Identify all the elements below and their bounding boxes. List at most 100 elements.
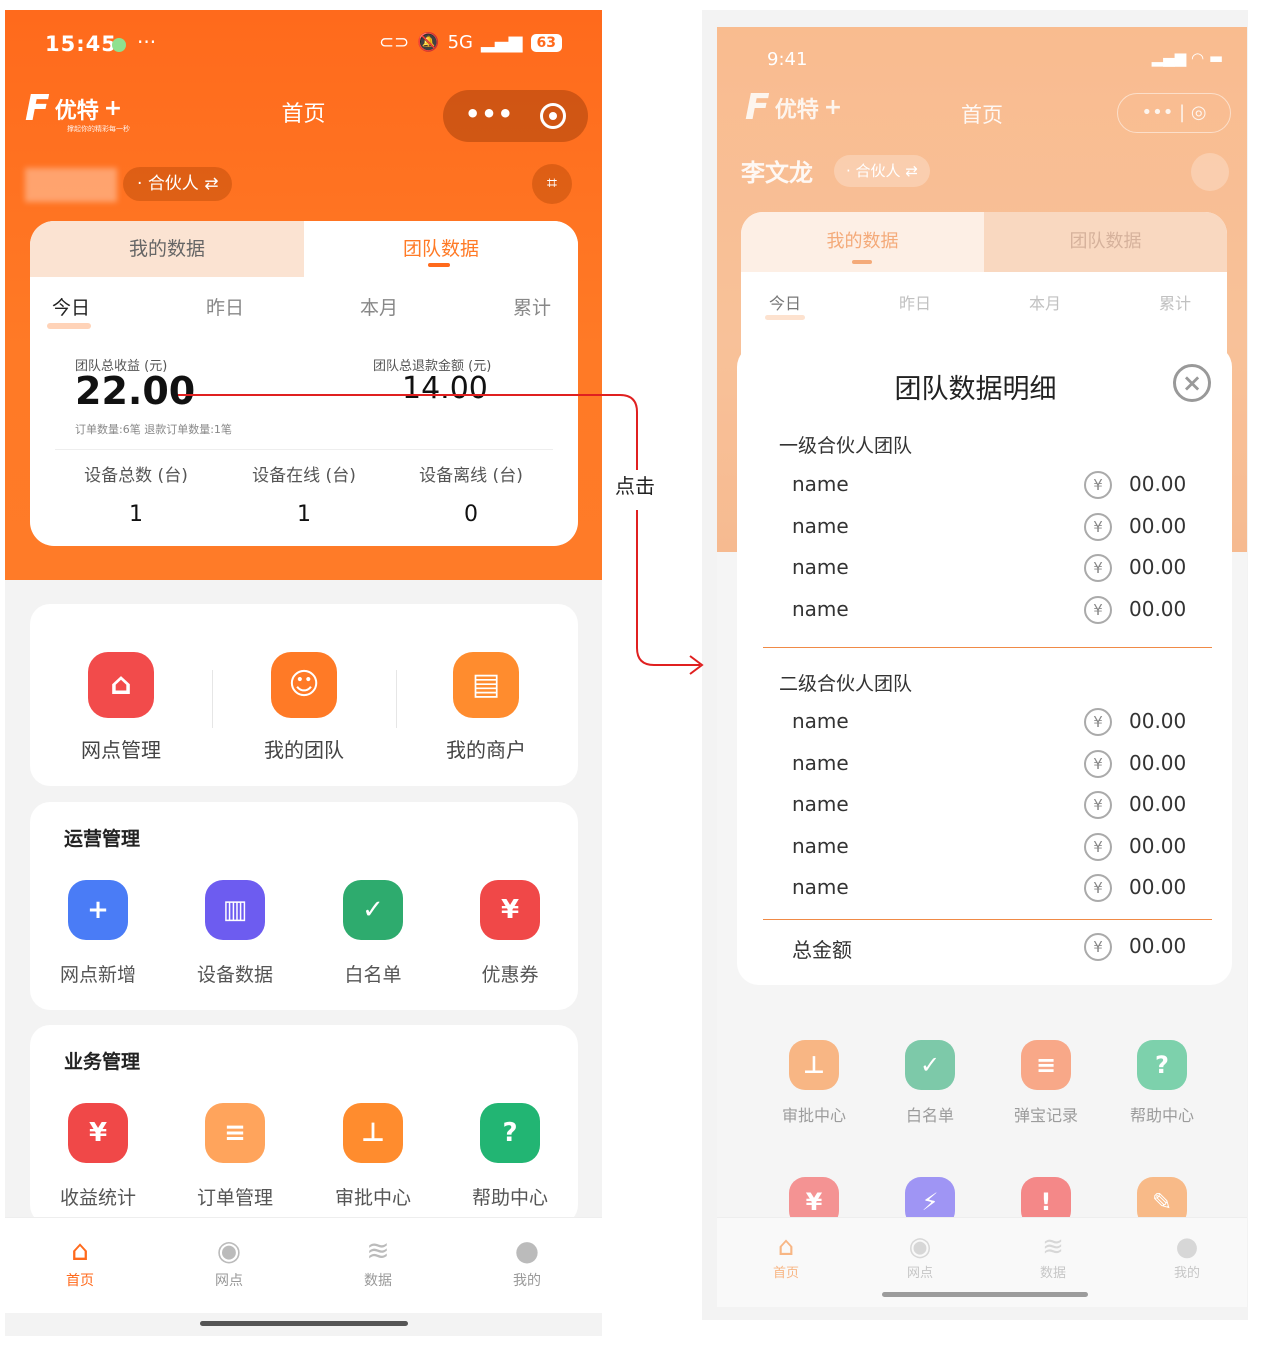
device-offline-label: 设备离线 (台): [419, 466, 523, 486]
yen-icon: ¥: [1084, 750, 1112, 778]
list-item: name ¥ 00.00: [792, 831, 1192, 867]
active-tab-indicator: [428, 263, 450, 267]
device-online-label: 设备在线 (台): [252, 466, 356, 486]
more-menu-icon[interactable]: •••: [465, 100, 514, 128]
yen-icon: ¥: [1084, 513, 1112, 541]
tab-outlets[interactable]: ◉ 网点: [179, 1234, 279, 1290]
role-switch-button[interactable]: · 合伙人 ⇄: [123, 167, 233, 201]
yen-icon: ¥: [1084, 554, 1112, 582]
device-offline-value: 0: [464, 502, 478, 527]
device-total-label: 设备总数 (台): [84, 466, 188, 486]
bottom-tabbar: ⌂ 首页 ◉ 网点 ≋ 数据 ● 我的: [5, 1217, 602, 1313]
ops-device-data[interactable]: ▥ 设备数据: [175, 880, 295, 987]
clipboard-icon: ≡: [205, 1103, 265, 1163]
user-icon: ●: [514, 1234, 540, 1267]
quick-my-team[interactable]: ☺ 我的团队: [234, 652, 374, 763]
period-yesterday[interactable]: 昨日: [206, 293, 244, 320]
tab-label: 我的: [513, 1273, 541, 1289]
partner-amount: 00.00: [1129, 472, 1187, 496]
ops-whitelist[interactable]: ✓ 白名单: [313, 880, 433, 987]
quick-label: 我的团队: [264, 738, 344, 762]
partner-name: name: [792, 751, 849, 775]
nav-bar: F 优特 + 撑起你的精彩每一秒 首页 •••: [5, 82, 602, 144]
tab-mine[interactable]: ● 我的: [477, 1234, 577, 1290]
tab-label: 首页: [66, 1273, 94, 1289]
team-income-value[interactable]: 22.00: [75, 369, 195, 413]
status-more-icon: ···: [137, 30, 157, 54]
whitelist-user-icon: ✓: [343, 880, 403, 940]
notification-dot-icon: [112, 38, 126, 52]
mute-icon: 🔕: [417, 32, 440, 53]
signal-bars-icon: ▂▄▆: [480, 32, 523, 53]
section-divider: [763, 919, 1212, 920]
modal-title: 团队数据明细: [894, 374, 1057, 405]
device-total-value: 1: [129, 502, 143, 527]
tab-home[interactable]: ⌂ 首页: [30, 1234, 130, 1290]
location-pin-icon: ◉: [216, 1234, 242, 1267]
status-indicators: ⊂⊃ 🔕 5G ▂▄▆ 63: [379, 32, 562, 53]
close-icon[interactable]: ×: [1173, 364, 1211, 402]
partner-name: name: [792, 472, 849, 496]
scan-icon[interactable]: ⌗: [532, 164, 572, 204]
user-row: · 合伙人 ⇄ ⌗: [5, 162, 602, 206]
partner-name: name: [792, 597, 849, 621]
miniprogram-capsule[interactable]: •••: [443, 90, 588, 142]
layers-icon: ≋: [366, 1234, 390, 1267]
list-item: name ¥ 00.00: [792, 706, 1192, 742]
period-active-indicator: [47, 323, 91, 329]
list-item: name ¥ 00.00: [792, 872, 1192, 908]
partner-amount: 00.00: [1129, 834, 1187, 858]
device-offline: 设备离线 (台) 0: [380, 461, 562, 527]
header-background: 15:45 ··· ⊂⊃ 🔕 5G ▂▄▆ 63 F 优特 + 撑起你的精彩每一…: [5, 10, 602, 580]
list-item: name ¥ 00.00: [792, 469, 1192, 505]
phone-screen-home: 15:45 ··· ⊂⊃ 🔕 5G ▂▄▆ 63 F 优特 + 撑起你的精彩每一…: [5, 10, 602, 1336]
role-label: 合伙人: [147, 174, 199, 194]
money-bag-icon: ¥: [68, 1103, 128, 1163]
total-amount: 00.00: [1129, 934, 1187, 958]
biz-help-center[interactable]: ? 帮助中心: [450, 1103, 570, 1210]
swap-icon: ⇄: [204, 174, 219, 194]
tab-team-data[interactable]: 团队数据: [304, 221, 578, 277]
quick-outlet-management[interactable]: ⌂ 网点管理: [51, 652, 191, 763]
partner-amount: 00.00: [1129, 875, 1187, 899]
period-total[interactable]: 累计: [513, 293, 551, 320]
tab-my-data[interactable]: 我的数据: [30, 221, 304, 277]
arrow-head-icon: [689, 655, 704, 675]
biz-order-management[interactable]: ≡ 订单管理: [175, 1103, 295, 1210]
status-time: 15:45: [45, 32, 117, 56]
partner-name: name: [792, 514, 849, 538]
quick-label: 网点管理: [81, 738, 161, 762]
ops-add-outlet[interactable]: + 网点新增: [38, 880, 158, 987]
order-count-note: 订单数量:6笔 退款订单数量:1笔: [75, 423, 232, 436]
tab-label: 数据: [364, 1273, 392, 1289]
grid-label: 优惠券: [481, 964, 539, 986]
grid-label: 白名单: [344, 964, 402, 986]
grid-label: 收益统计: [59, 1187, 136, 1209]
ops-coupon[interactable]: ¥ 优惠券: [450, 880, 570, 987]
section-divider: [763, 647, 1212, 648]
biz-income-stats[interactable]: ¥ 收益统计: [38, 1103, 158, 1210]
period-tabs: 今日 昨日 本月 累计: [30, 293, 578, 329]
partner-amount: 00.00: [1129, 751, 1187, 775]
biz-approval-center[interactable]: ⊥ 审批中心: [313, 1103, 433, 1210]
partner-amount: 00.00: [1129, 514, 1187, 538]
home-indicator: [200, 1321, 408, 1326]
yen-icon: ¥: [1084, 791, 1112, 819]
link-icon: ⊂⊃: [378, 32, 410, 53]
close-miniprogram-icon[interactable]: [540, 103, 566, 129]
tab-data[interactable]: ≋ 数据: [328, 1234, 428, 1290]
yen-icon: ¥: [1084, 708, 1112, 736]
partner-amount: 00.00: [1129, 555, 1187, 579]
quick-entry-card: ⌂ 网点管理 ☺ 我的团队 ▤ 我的商户: [30, 604, 578, 786]
quick-my-merchants[interactable]: ▤ 我的商户: [416, 652, 556, 763]
period-today[interactable]: 今日: [52, 293, 90, 320]
partner-name: name: [792, 555, 849, 579]
period-month[interactable]: 本月: [360, 293, 398, 320]
partner-name: name: [792, 875, 849, 899]
partner-name: name: [792, 709, 849, 733]
total-row: 总金额 ¥ 00.00: [792, 931, 1192, 967]
group-title-level2: 二级合伙人团队: [779, 673, 913, 695]
list-item: name ¥ 00.00: [792, 748, 1192, 784]
yen-icon: ¥: [1084, 471, 1112, 499]
partner-amount: 00.00: [1129, 792, 1187, 816]
